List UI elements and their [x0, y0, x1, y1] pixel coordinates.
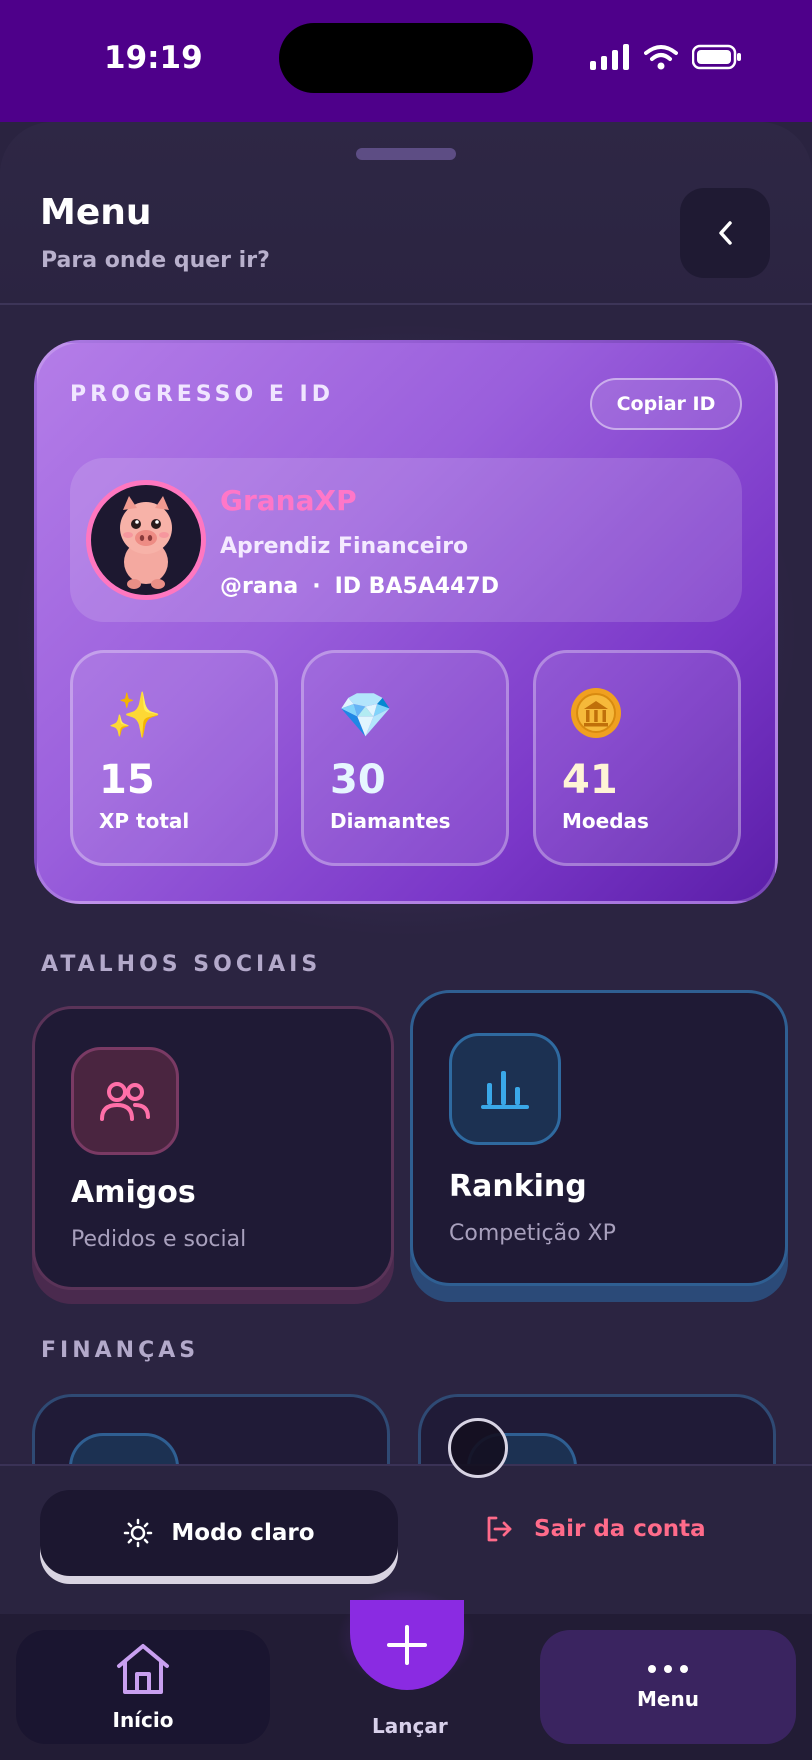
tab-home-label: Início	[112, 1708, 174, 1732]
sparkles-icon: ✨	[107, 690, 162, 741]
diamond-icon: 💎	[338, 690, 393, 741]
stat-coins: 41 Moedas	[533, 650, 741, 866]
copy-id-button[interactable]: Copiar ID	[590, 378, 742, 430]
finance-section-label: FINANÇAS	[41, 1338, 200, 1363]
profile-role: Aprendiz Financeiro	[220, 534, 469, 559]
dynamic-island	[279, 23, 533, 93]
logout-label: Sair da conta	[534, 1516, 706, 1542]
stat-xp: ✨ 15 XP total	[70, 650, 278, 866]
profile-id: ID BA5A447D	[334, 574, 499, 599]
status-icons	[590, 44, 742, 70]
tab-add-label: Lançar	[372, 1714, 448, 1738]
more-dots-icon	[648, 1665, 688, 1673]
stat-xp-value: 15	[99, 757, 155, 803]
friends-card[interactable]: Amigos Pedidos e social	[32, 1006, 394, 1290]
logout-icon	[487, 1516, 512, 1542]
plus-icon	[387, 1625, 427, 1665]
ranking-title: Ranking	[449, 1169, 587, 1204]
stat-diamonds-label: Diamantes	[330, 809, 451, 833]
friends-title: Amigos	[71, 1175, 196, 1210]
ranking-chart-icon	[481, 1071, 529, 1109]
header-divider	[0, 303, 812, 305]
status-bar: 19:19	[0, 0, 812, 122]
light-mode-button[interactable]: Modo claro	[40, 1490, 398, 1576]
page-title: Menu	[40, 192, 152, 233]
logout-button[interactable]: Sair da conta	[484, 1514, 706, 1544]
friends-subtitle: Pedidos e social	[71, 1227, 247, 1252]
tab-menu-label: Menu	[637, 1687, 699, 1711]
stat-diamonds-value: 30	[330, 757, 386, 803]
friends-icon	[100, 1082, 150, 1121]
status-time: 19:19	[104, 40, 203, 76]
profile-name: GranaXP	[220, 484, 357, 517]
tab-home[interactable]: Início	[16, 1630, 270, 1744]
social-section-label: ATALHOS SOCIAIS	[41, 952, 322, 977]
touch-indicator	[448, 1418, 508, 1478]
tab-menu[interactable]: Menu	[540, 1630, 796, 1744]
sun-icon	[124, 1518, 153, 1548]
handle-separator: ·	[312, 574, 321, 599]
signal-icon	[590, 44, 629, 70]
home-icon	[117, 1644, 169, 1694]
ranking-subtitle: Competição XP	[449, 1221, 616, 1246]
stat-coins-value: 41	[562, 757, 618, 803]
coin-icon	[571, 688, 621, 738]
battery-icon	[692, 44, 741, 70]
friends-icon-box	[71, 1047, 179, 1155]
light-mode-label: Modo claro	[171, 1520, 315, 1546]
sheet-grabber[interactable]	[356, 148, 456, 160]
ranking-icon-box	[449, 1033, 561, 1145]
stat-coins-label: Moedas	[562, 809, 649, 833]
progress-card-label: PROGRESSO E ID	[70, 382, 334, 407]
wifi-icon	[644, 45, 678, 70]
pig-avatar-icon	[120, 496, 172, 589]
ranking-card[interactable]: Ranking Competição XP	[410, 990, 788, 1286]
profile-handle-row: @rana · ID BA5A447D	[220, 574, 499, 599]
avatar	[86, 480, 206, 600]
stat-diamonds: 💎 30 Diamantes	[301, 650, 509, 866]
stat-xp-label: XP total	[99, 809, 190, 833]
page-subtitle: Para onde quer ir?	[41, 248, 270, 273]
profile-handle: @rana	[220, 574, 299, 599]
back-button[interactable]	[680, 188, 770, 278]
chevron-left-icon	[719, 221, 732, 245]
